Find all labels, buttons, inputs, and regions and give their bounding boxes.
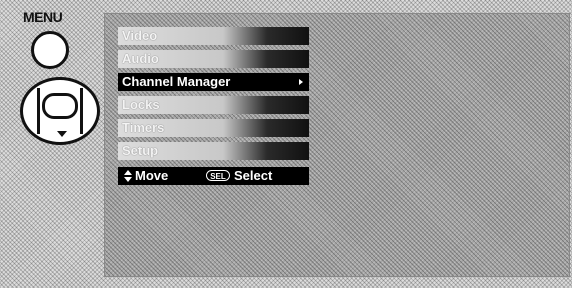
menu-item-audio[interactable]: Audio bbox=[118, 50, 309, 68]
right-arrow-icon bbox=[299, 79, 303, 85]
menu-item-video[interactable]: Video bbox=[118, 27, 309, 45]
sel-key-icon: SEL bbox=[206, 170, 230, 181]
up-down-arrow-icon bbox=[124, 170, 132, 182]
menu-item-label: Timers bbox=[122, 120, 165, 135]
menu-item-label: Audio bbox=[122, 51, 159, 66]
dpad-icon[interactable] bbox=[20, 77, 100, 145]
dpad-left-divider bbox=[37, 88, 40, 134]
menu-item-label: Locks bbox=[122, 97, 160, 112]
menu-label: MENU bbox=[23, 9, 63, 25]
menu-item-channel-manager[interactable]: Channel Manager bbox=[118, 73, 309, 91]
menu-item-timers[interactable]: Timers bbox=[118, 119, 309, 137]
menu-item-label: Setup bbox=[122, 143, 159, 158]
help-bar: Move SEL Select bbox=[118, 167, 309, 185]
tv-screen: Video Audio Channel Manager Locks Timers… bbox=[104, 13, 570, 277]
select-label: Select bbox=[234, 168, 273, 183]
menu-item-label: Video bbox=[122, 28, 158, 43]
menu-item-locks[interactable]: Locks bbox=[118, 96, 309, 114]
dpad-right-divider bbox=[80, 88, 83, 134]
move-label: Move bbox=[135, 168, 169, 183]
dpad-down-arrow-icon[interactable] bbox=[57, 131, 67, 137]
menu-item-setup[interactable]: Setup bbox=[118, 142, 309, 160]
dpad-center-button[interactable] bbox=[42, 93, 78, 119]
menu-button-icon[interactable] bbox=[31, 31, 69, 69]
menu-item-label: Channel Manager bbox=[122, 74, 231, 89]
